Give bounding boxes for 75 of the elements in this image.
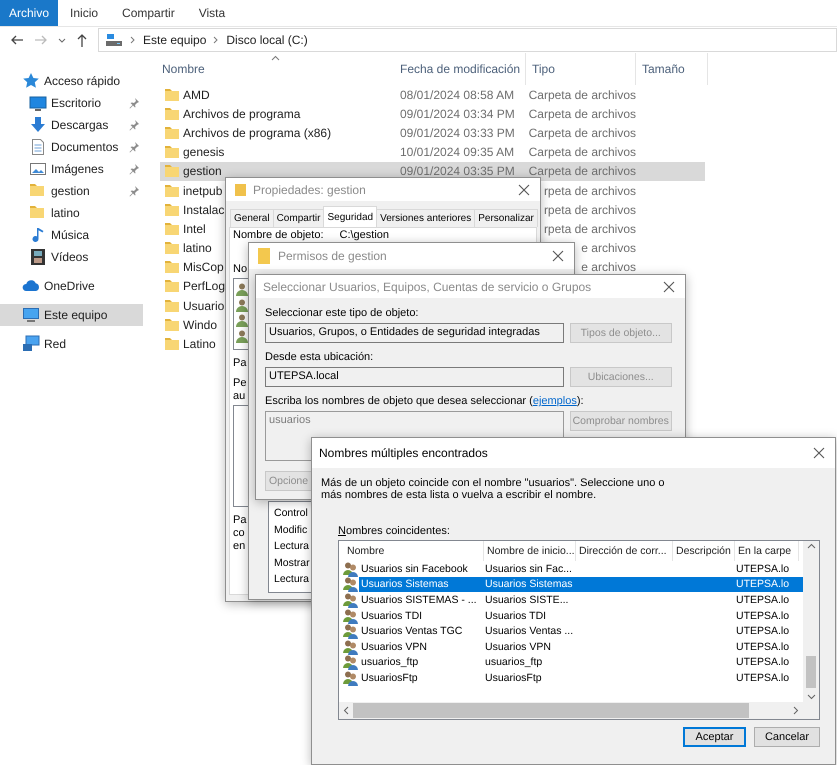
dialog-title: Nombres múltiples encontrados	[319, 446, 489, 460]
list-label: Nombres coincidentes:	[338, 525, 451, 537]
file-date: 09/01/2024 03:33 PM	[400, 126, 515, 140]
file-type: Carpeta de archivos	[528, 126, 636, 140]
table-cell-text: UTEPSA.lo	[735, 578, 790, 590]
text-fragment: Pa	[233, 514, 246, 527]
table-cell-text: UTEPSA.lo	[735, 640, 790, 653]
table-cell-text: usuarios_ftp	[360, 656, 420, 668]
field-label: Desde esta ubicación:	[265, 350, 374, 364]
table-cell-text: Usuarios SISTEMAS - ...	[360, 594, 478, 606]
file-type: e archivos	[581, 241, 636, 256]
text-fragment: en	[233, 540, 246, 553]
file-type: rpeta de archivos	[544, 184, 636, 198]
file-type: Carpeta de archivos	[528, 145, 636, 160]
field-label: Escriba los nombres de objeto que desea seleccionar (ejemplos):	[265, 394, 585, 408]
table-cell-text: UsuariosFtp	[360, 672, 419, 684]
file-date: 09/01/2024 03:35 PM	[400, 164, 515, 178]
file-type: rpeta de archivos	[544, 202, 636, 217]
table-cell-text: Usuarios Ventas TGC	[360, 625, 464, 638]
file-name: Instalac	[183, 202, 224, 217]
permission-name: Mostrar	[274, 556, 310, 570]
permission-name: Lectura	[274, 539, 310, 554]
file-name: genesis	[183, 145, 224, 160]
file-name: Intel	[183, 222, 206, 236]
file-name: MisCop	[183, 260, 224, 274]
file-name: Usuario	[183, 298, 224, 313]
dialog-title: Seleccionar Usuarios, Equipos, Cuentas de servicio o Grupos	[263, 280, 592, 294]
label-fragment: au	[233, 390, 246, 403]
label-fragment: Pa	[233, 357, 246, 370]
permission-name: Control	[274, 506, 308, 521]
file-name: AMD	[183, 88, 210, 102]
table-cell-text: Usuarios Sistemas	[484, 578, 574, 590]
file-name: inetpub	[183, 184, 222, 198]
file-type: Carpeta de archivos	[528, 164, 636, 178]
file-date: 10/01/2024 09:35 AM	[400, 145, 514, 160]
file-type: e archivos	[581, 260, 636, 274]
permission-name: Lectura	[274, 572, 310, 587]
table-cell-text: Usuarios sin Fac...	[484, 562, 573, 575]
table-cell-text: Usuarios VPN	[484, 640, 552, 653]
file-type: Carpeta de archivos	[528, 88, 636, 102]
file-name: Latino	[183, 337, 216, 352]
file-date: 08/01/2024 08:58 AM	[400, 88, 514, 102]
table-cell-text: Usuarios sin Facebook	[360, 562, 469, 575]
table-cell-text: Usuarios Sistemas	[360, 578, 450, 590]
file-name: latino	[183, 241, 212, 256]
file-date: 09/01/2024 03:34 PM	[400, 106, 515, 121]
file-name: PerfLog	[183, 279, 226, 294]
text-fragment: co	[233, 527, 245, 540]
file-name: gestion	[183, 164, 222, 178]
table-cell-text: Usuarios TDI	[484, 610, 548, 622]
dialog-title: Propiedades: gestion	[253, 182, 367, 196]
file-type: Carpeta de archivos	[528, 106, 636, 121]
table-cell-text: UTEPSA.lo	[735, 625, 790, 638]
file-type: rpeta de archivos	[544, 222, 636, 236]
table-cell-text: Usuarios SISTE...	[484, 594, 570, 606]
table-cell-text: UTEPSA.lo	[735, 672, 790, 684]
field-value: C:\gestion	[340, 229, 390, 242]
table-cell-text: UTEPSA.lo	[735, 562, 790, 575]
dialog-title: Permisos de gestion	[278, 249, 388, 263]
permission-name: Modific	[274, 522, 308, 538]
table-cell-text: Usuarios VPN	[360, 640, 428, 653]
file-name: Archivos de programa (x86)	[183, 126, 332, 140]
table-cell-text: UTEPSA.lo	[735, 610, 790, 622]
field-label: Nombre de objeto:	[233, 229, 324, 242]
table-cell-text: UsuariosFtp	[484, 672, 543, 684]
label-fragment: No	[233, 263, 248, 276]
table-cell-text: UTEPSA.lo	[735, 594, 790, 606]
file-name: Windo	[183, 318, 218, 332]
table-cell-text: UTEPSA.lo	[735, 656, 790, 668]
table-cell-text: usuarios_ftp	[484, 656, 544, 668]
field-label: Seleccionar este tipo de objeto:	[265, 306, 420, 320]
table-cell-text: Usuarios TDI	[360, 610, 424, 622]
label-fragment: Pe	[233, 377, 246, 390]
table-cell-text: Usuarios Ventas ...	[484, 625, 574, 638]
file-name: Archivos de programa	[183, 106, 300, 121]
